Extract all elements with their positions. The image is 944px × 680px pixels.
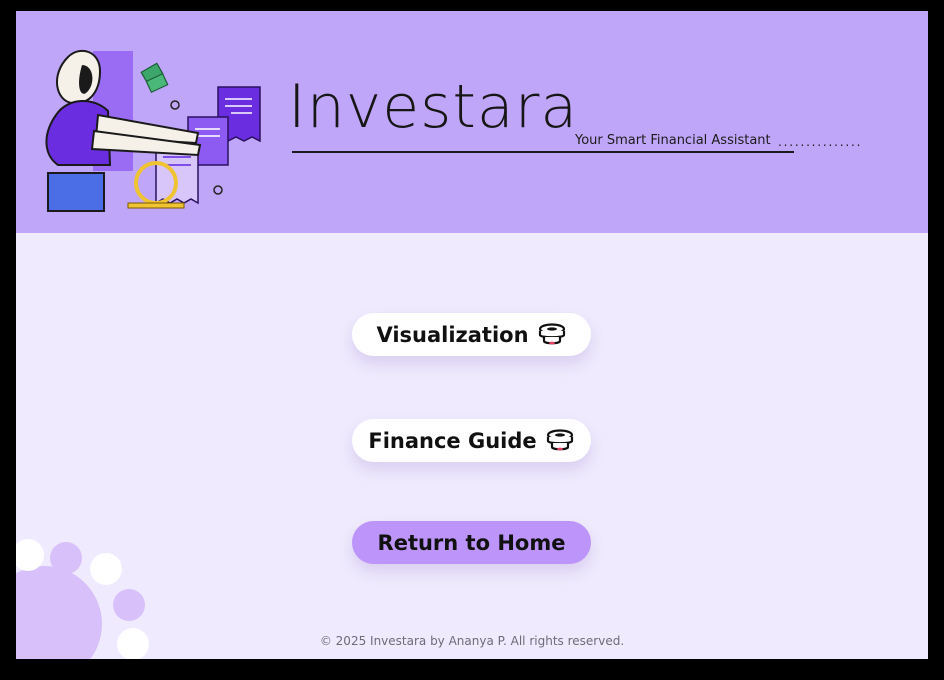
visualization-button[interactable]: Visualization (352, 313, 591, 356)
visualization-label: Visualization (376, 322, 529, 347)
app-window: Investara Your Smart Financial Assistant… (16, 11, 928, 659)
coin-stack-icon (538, 322, 565, 344)
header-banner: Investara Your Smart Financial Assistant… (16, 11, 928, 233)
app-title: Investara (288, 72, 579, 142)
return-home-button[interactable]: Return to Home (352, 521, 591, 564)
return-home-label: Return to Home (377, 530, 566, 555)
finance-guide-label: Finance Guide (368, 428, 537, 453)
title-underline (292, 151, 794, 153)
finance-illustration (45, 49, 261, 212)
coin-stack-icon (546, 428, 573, 450)
tagline: Your Smart Financial Assistant (575, 133, 771, 148)
finance-guide-button[interactable]: Finance Guide (352, 419, 591, 462)
footer-copyright: © 2025 Investara by Ananya P. All rights… (319, 634, 625, 648)
tagline-dots: ............... (778, 135, 863, 149)
